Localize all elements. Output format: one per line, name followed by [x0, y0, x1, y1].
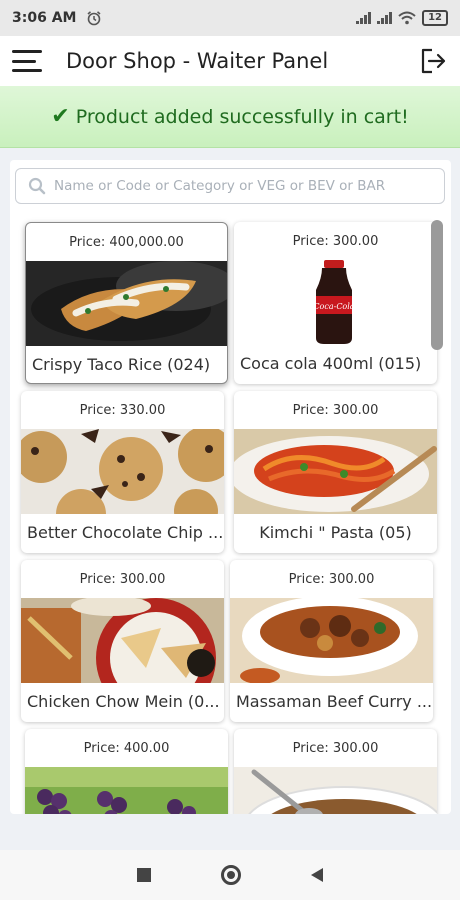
product-card[interactable]: Price: 300.00 Coca-Cola Coca cola 400ml … — [234, 222, 437, 384]
product-name: Better Chocolate Chip ... — [27, 522, 224, 542]
battery-icon: 12 — [422, 10, 448, 26]
logout-icon[interactable] — [418, 46, 448, 76]
chicken-chow-mein-photo — [21, 598, 224, 683]
product-price: Price: 400.00 — [83, 740, 170, 756]
product-price: Price: 300.00 — [79, 571, 166, 587]
toast-message: Product added successfully in cart! — [75, 105, 409, 128]
product-card[interactable]: Price: 300.00 — [234, 729, 437, 814]
success-toast: ✔ Product added successfully in cart! — [0, 86, 460, 148]
product-price: Price: 400,000.00 — [69, 234, 184, 250]
product-panel: Price: 400,000.00 Crispy Taco Rice (024)… — [10, 160, 451, 814]
coca-cola-bottle-photo: Coca-Cola — [234, 260, 437, 345]
search-box[interactable] — [15, 168, 445, 204]
signal-icon — [356, 12, 372, 24]
product-price: Price: 300.00 — [288, 571, 375, 587]
search-input[interactable] — [54, 178, 432, 194]
product-card[interactable]: Price: 400.00 — [25, 729, 228, 814]
alarm-icon — [87, 11, 101, 26]
crispy-taco-photo — [26, 261, 227, 346]
soup-photo — [234, 767, 437, 814]
product-name: Coca cola 400ml (015) — [240, 353, 422, 373]
scrollbar[interactable] — [431, 220, 443, 350]
product-name: Kimchi " Pasta (05) — [259, 522, 412, 542]
product-price: Price: 300.00 — [292, 740, 379, 756]
signal-icon-2 — [377, 12, 393, 24]
product-name: Massaman Beef Curry ... — [236, 691, 433, 711]
status-bar: 3:06 AM 12 — [0, 0, 460, 36]
system-nav-bar — [0, 850, 460, 900]
status-time: 3:06 AM — [12, 10, 77, 26]
search-icon — [28, 177, 46, 195]
check-icon: ✔ — [51, 104, 70, 129]
svg-text:Coca-Cola: Coca-Cola — [313, 302, 354, 311]
product-name: Chicken Chow Mein (0... — [27, 691, 220, 711]
massaman-beef-curry-photo — [230, 598, 433, 683]
product-card[interactable]: Price: 400,000.00 Crispy Taco Rice (024) — [25, 222, 228, 384]
product-name: Crispy Taco Rice (024) — [32, 354, 211, 374]
product-card[interactable]: Price: 300.00 Kimchi " Pasta (05) — [234, 391, 437, 553]
product-card[interactable]: Price: 330.00 Better Chocolate Chip ... — [21, 391, 224, 553]
hamburger-menu-icon[interactable] — [12, 50, 42, 72]
page-title: Door Shop - Waiter Panel — [66, 49, 329, 73]
product-price: Price: 300.00 — [292, 402, 379, 418]
wifi-icon — [398, 11, 416, 25]
kimchi-pasta-photo — [234, 429, 437, 514]
chocolate-chip-cookies-photo — [21, 429, 224, 514]
grapes-photo — [25, 767, 228, 814]
product-card[interactable]: Price: 300.00 Chicken Chow Mein (0... — [21, 560, 224, 722]
product-card[interactable]: Price: 300.00 Massaman Beef Curry ... — [230, 560, 433, 722]
back-icon[interactable] — [311, 868, 323, 882]
product-price: Price: 330.00 — [79, 402, 166, 418]
product-price: Price: 300.00 — [292, 233, 379, 249]
app-bar: Door Shop - Waiter Panel — [0, 36, 460, 86]
recents-icon[interactable] — [137, 868, 151, 882]
home-icon[interactable] — [221, 865, 241, 885]
